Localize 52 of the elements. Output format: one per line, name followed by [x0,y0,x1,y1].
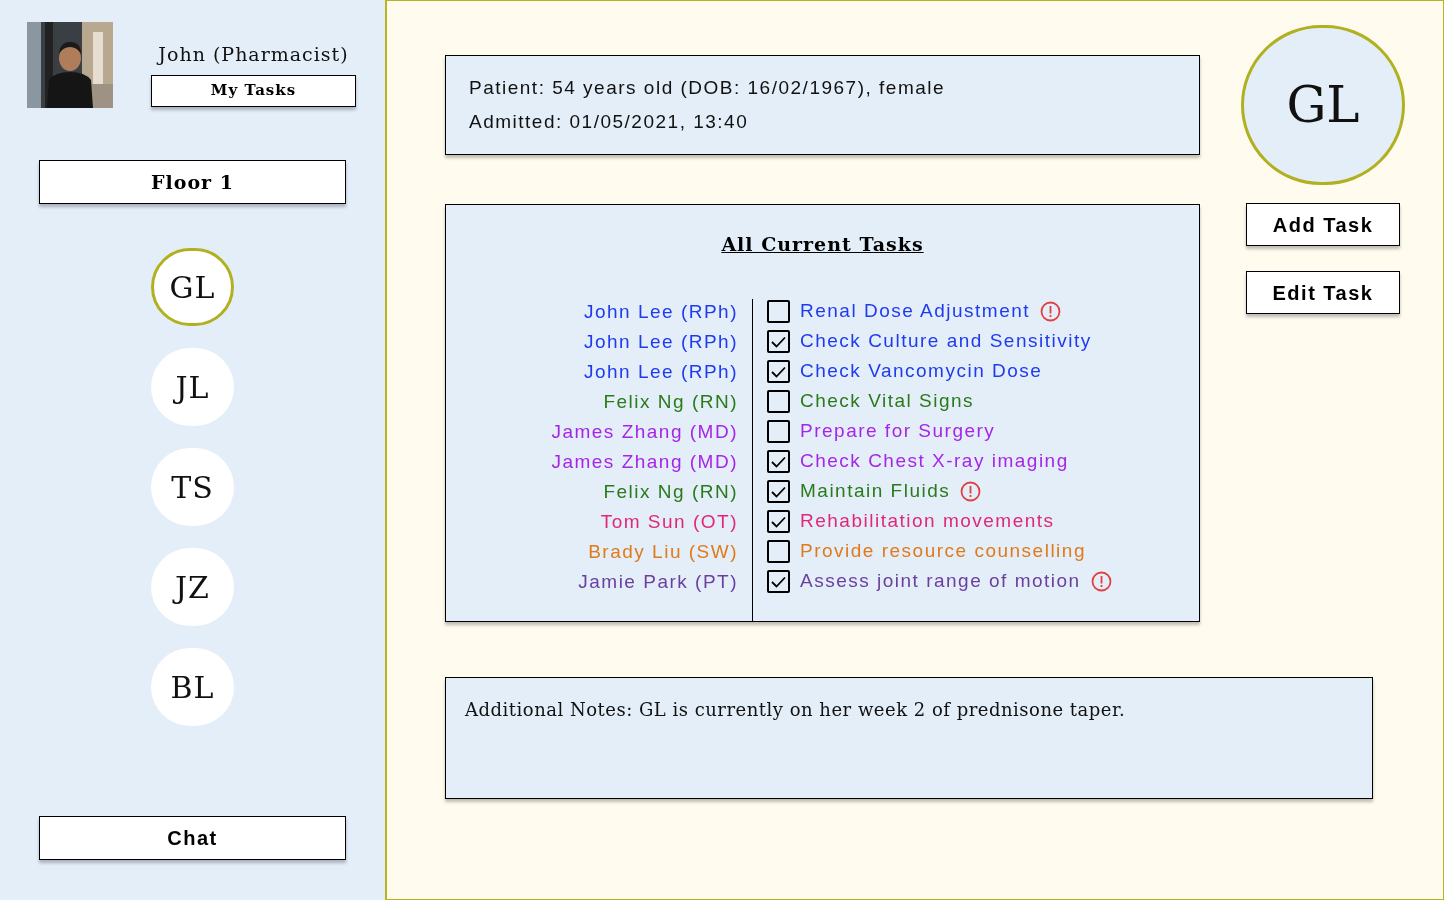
task-name: Check Vancomycin Dose [800,359,1043,384]
patient-info-text: Patient: 54 years old (DOB: 16/02/1967), female [469,75,947,100]
task-name: Rehabilitation movements [800,509,1055,534]
task-name: Check Chest X-ray imaging [800,449,1069,474]
task-name: Check Culture and Sensitivity [800,329,1092,354]
task-name: Prepare for Surgery [800,419,996,444]
checkbox[interactable] [767,330,790,353]
checkbox[interactable] [767,540,790,563]
check-icon [771,575,786,588]
checkbox[interactable] [767,420,790,443]
my-tasks-button[interactable]: My Tasks [151,74,356,107]
patient-avatar-large: GL [1241,25,1405,185]
patient-avatar[interactable]: JZ [151,548,234,626]
checkbox[interactable] [767,510,790,533]
patient-info-text: Admitted: 01/05/2021, 13:40 [469,110,750,134]
assignee-name: Jamie Park (PT) [578,569,738,594]
patient-avatar[interactable]: GL [151,248,234,326]
chat-button[interactable]: Chat [39,816,346,860]
checkbox[interactable] [767,300,790,323]
notes-text: Additional Notes: GL is currently on her week 2 of prednisone taper. [465,699,1126,720]
checkbox[interactable] [767,450,790,473]
floor-button[interactable]: Floor 1 [39,160,346,204]
task-action-button[interactable]: Add Task [1246,203,1400,246]
assignee-name: Tom Sun (OT) [600,509,738,534]
check-icon [771,485,786,498]
patient-avatar[interactable]: TS [151,448,234,526]
task-name: Maintain Fluids [800,479,951,504]
checkbox[interactable] [767,360,790,383]
assignee-name: Felix Ng (RN) [603,479,738,504]
assignee-name: John Lee (RPh) [583,299,738,324]
assignee-name: Brady Liu (SW) [588,539,738,564]
check-icon [771,455,786,468]
assignee-name: James Zhang (MD) [551,449,738,474]
task-name: Provide resource counselling [800,539,1086,564]
user-name: John (Pharmacist) [158,42,349,67]
task-action-button[interactable]: Edit Task [1246,271,1400,314]
patient-avatar[interactable]: BL [151,648,234,726]
check-icon [771,335,786,348]
checkbox[interactable] [767,570,790,593]
patient-avatar[interactable]: JL [151,348,234,426]
tasks-title: All Current Tasks [721,232,924,257]
task-name: Assess joint range of motion [800,569,1081,594]
checkbox[interactable] [767,390,790,413]
check-icon [771,365,786,378]
assignee-name: John Lee (RPh) [583,329,738,354]
check-icon [771,515,786,528]
task-name: Check Vital Signs [800,389,975,414]
assignee-name: James Zhang (MD) [551,419,738,444]
task-name: Renal Dose Adjustment [800,299,1031,324]
assignee-name: Felix Ng (RN) [603,389,738,414]
checkbox[interactable] [767,480,790,503]
assignee-name: John Lee (RPh) [583,359,738,384]
